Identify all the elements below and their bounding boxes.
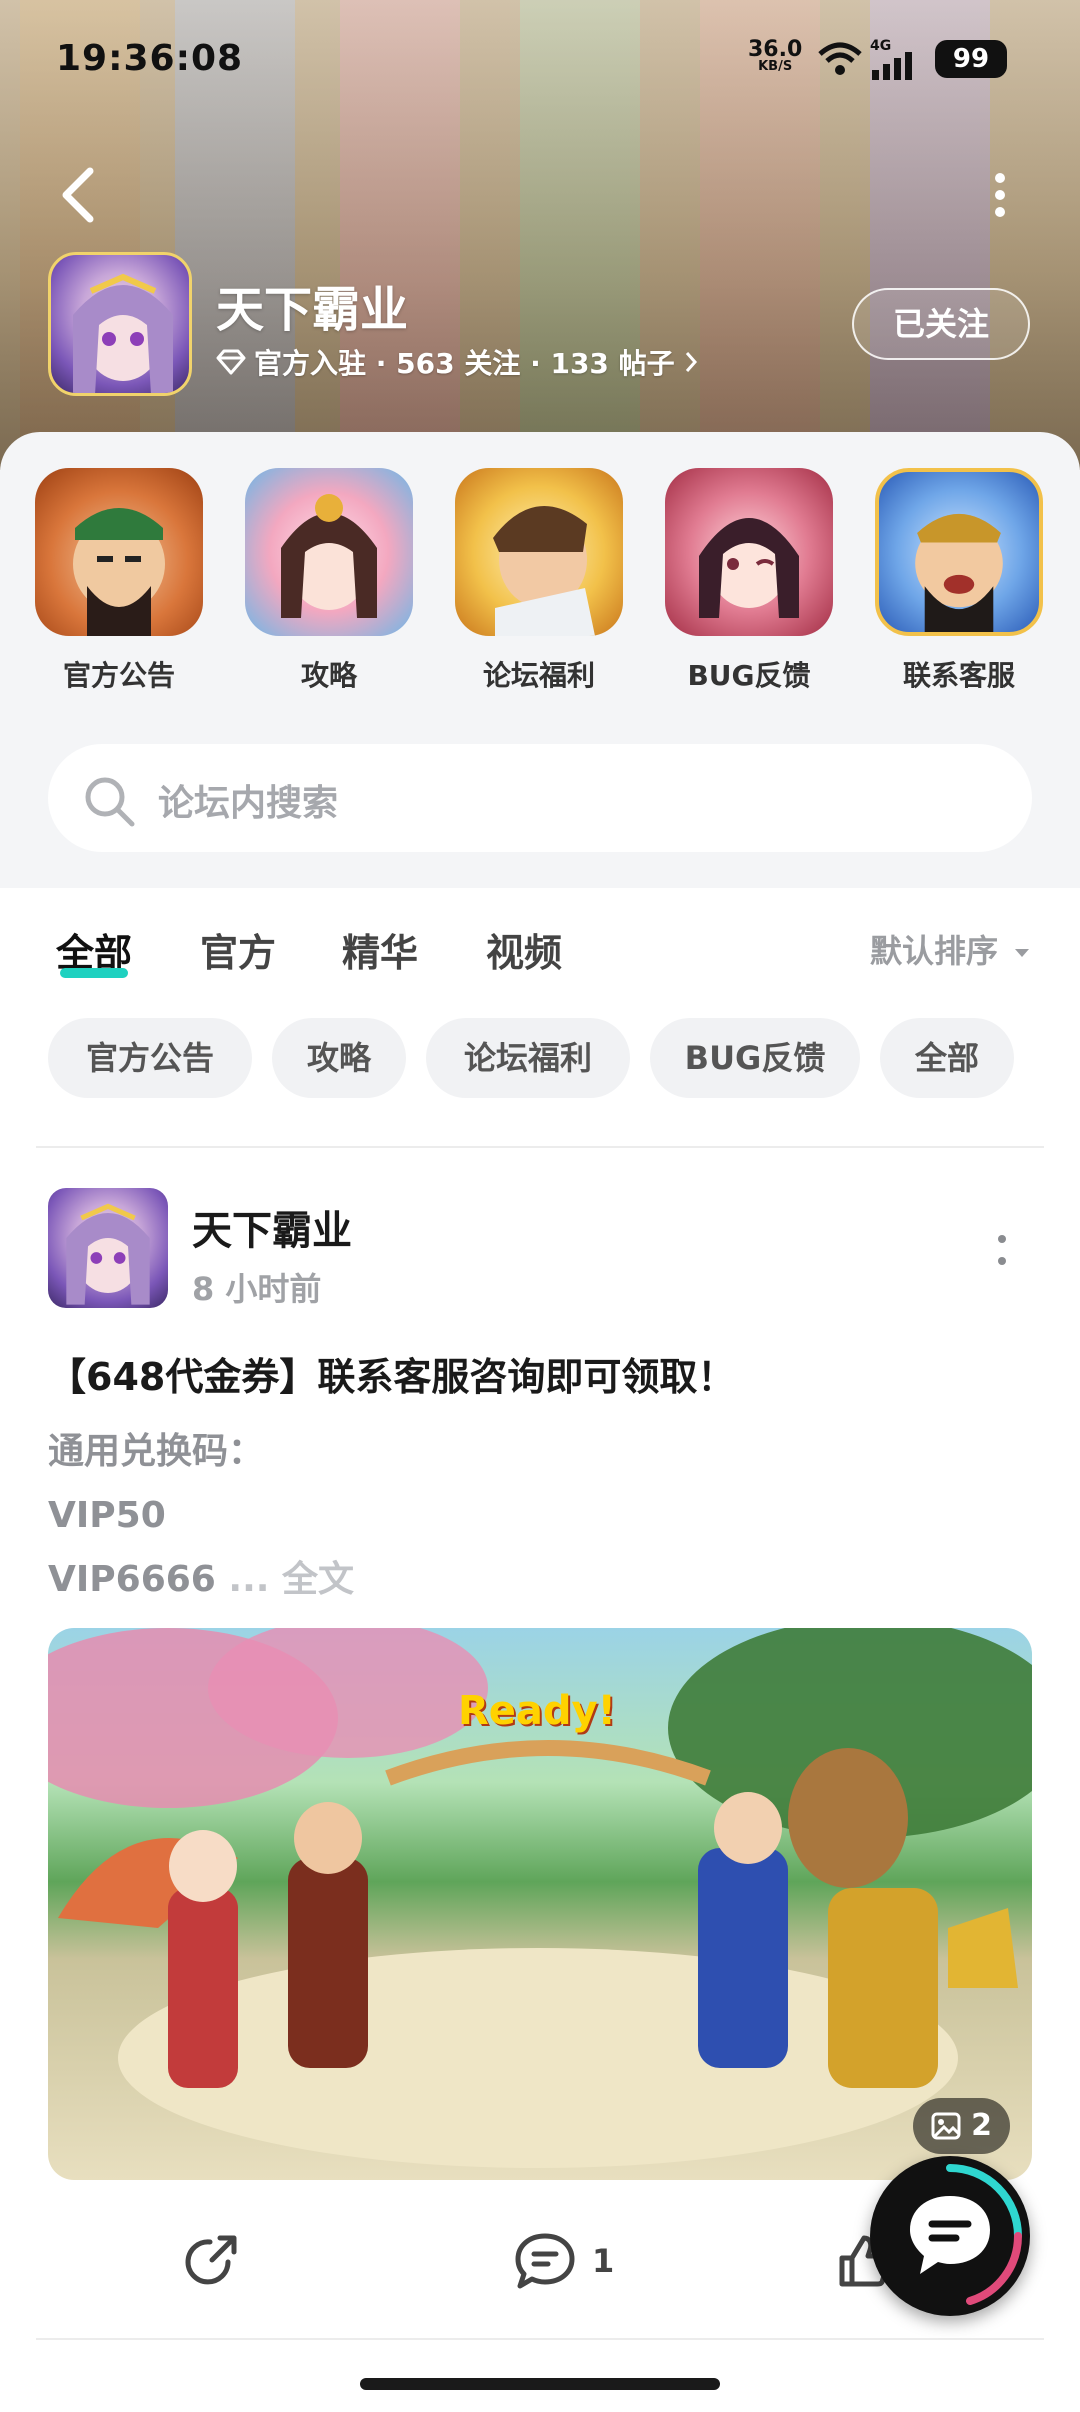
chip-bug-report[interactable]: BUG反馈 xyxy=(650,1018,860,1098)
floating-chat-button[interactable] xyxy=(870,2156,1030,2316)
welfare-character-icon xyxy=(455,468,623,636)
chip-guide[interactable]: 攻略 xyxy=(272,1018,406,1098)
post-body[interactable]: 通用兑换码： VIP50 VIP6666 ... 全文 xyxy=(48,1420,354,1612)
post-timestamp: 8 小时前 xyxy=(192,1270,322,1308)
more-vertical-icon[interactable] xyxy=(990,172,1010,218)
chip-all[interactable]: 全部 xyxy=(880,1018,1014,1098)
entry-label: 攻略 xyxy=(300,659,357,692)
image-count: 2 xyxy=(971,2108,992,2143)
section-divider xyxy=(36,1146,1044,1148)
chevron-right-icon xyxy=(685,352,697,372)
bug-report-character-icon xyxy=(665,468,833,636)
post-title[interactable]: 【648代金券】联系客服咨询即可领取！ xyxy=(48,1346,735,1401)
entry-contact-support[interactable]: 联系客服 xyxy=(874,468,1044,694)
post-body-line: VIP6666 xyxy=(48,1559,216,1600)
comment-icon[interactable] xyxy=(514,2232,576,2290)
forum-name: 天下霸业 xyxy=(216,282,409,338)
forum-avatar[interactable] xyxy=(48,252,192,396)
category-chips: 官方公告 攻略 论坛福利 BUG反馈 全部 xyxy=(0,1018,1080,1098)
entry-bug-report[interactable]: BUG反馈 xyxy=(664,468,834,694)
entry-official-announcement[interactable]: 官方公告 xyxy=(34,468,204,694)
post-body-line: VIP50 xyxy=(48,1495,166,1536)
tab-featured[interactable]: 精华 xyxy=(342,922,418,977)
search-icon xyxy=(85,777,135,827)
forum-meta-text: 官方入驻 · 563 关注 · 133 帖子 xyxy=(254,347,675,380)
section-divider xyxy=(36,2338,1044,2340)
chip-forum-welfare[interactable]: 论坛福利 xyxy=(426,1018,630,1098)
image-count-badge: 2 xyxy=(913,2098,1010,2154)
home-indicator[interactable] xyxy=(360,2378,720,2390)
tab-official[interactable]: 官方 xyxy=(200,922,276,977)
wifi-icon xyxy=(818,42,862,75)
read-full-link[interactable]: ... 全文 xyxy=(228,1559,354,1600)
post-author-avatar[interactable] xyxy=(48,1188,168,1308)
image-gallery-icon xyxy=(931,2112,961,2140)
back-arrow-icon[interactable] xyxy=(56,165,100,225)
entry-label: 联系客服 xyxy=(902,659,1015,692)
active-tab-indicator xyxy=(60,968,128,978)
share-icon[interactable] xyxy=(182,2232,240,2290)
forum-meta[interactable]: 官方入驻 · 563 关注 · 133 帖子 xyxy=(216,342,699,382)
post-image[interactable]: Ready! 2 xyxy=(48,1628,1032,2180)
announcement-character-icon xyxy=(35,468,203,636)
network-speed: 36.0 KB/S xyxy=(748,37,803,74)
search-placeholder: 论坛内搜索 xyxy=(158,783,339,824)
status-time: 19:36:08 xyxy=(56,38,244,79)
entry-guide[interactable]: 攻略 xyxy=(244,468,414,694)
follow-button[interactable]: 已关注 xyxy=(852,288,1030,360)
diamond-icon xyxy=(216,349,246,375)
support-character-icon xyxy=(875,468,1043,636)
tab-video[interactable]: 视频 xyxy=(486,922,562,977)
guide-character-icon xyxy=(245,468,413,636)
sort-label: 默认排序 xyxy=(870,932,999,970)
forum-search-bar[interactable]: 论坛内搜索 xyxy=(48,744,1032,852)
entry-forum-welfare[interactable]: 论坛福利 xyxy=(454,468,624,694)
character-portrait-icon xyxy=(73,273,173,393)
caret-down-icon xyxy=(1015,949,1030,957)
chip-official-announcement[interactable]: 官方公告 xyxy=(48,1018,252,1098)
post-body-line: 通用兑换码： xyxy=(48,1431,265,1472)
entry-label: BUG反馈 xyxy=(687,659,811,692)
sort-dropdown[interactable]: 默认排序 xyxy=(870,926,1031,972)
chat-bubble-icon xyxy=(910,2164,1022,2305)
entry-label: 论坛福利 xyxy=(482,659,595,692)
character-portrait-icon xyxy=(66,1203,150,1305)
signal-icon xyxy=(872,52,912,80)
post-author-name[interactable]: 天下霸业 xyxy=(192,1198,352,1256)
post-filter-tabs: 全部 官方 精华 视频 默认排序 xyxy=(0,888,1080,1000)
comment-count: 1 xyxy=(592,2242,615,2280)
status-bar: 19:36:08 36.0 KB/S 4G 99 xyxy=(0,30,1080,90)
entry-label: 官方公告 xyxy=(62,659,175,692)
post-more-icon[interactable] xyxy=(996,1234,1008,1266)
battery-indicator: 99 xyxy=(935,40,1007,78)
ready-overlay-text: Ready! xyxy=(458,1688,616,1734)
quick-entry-panel: 官方公告 攻略 论坛福利 BUG反馈 联系客服 论坛内搜索 xyxy=(0,432,1080,888)
